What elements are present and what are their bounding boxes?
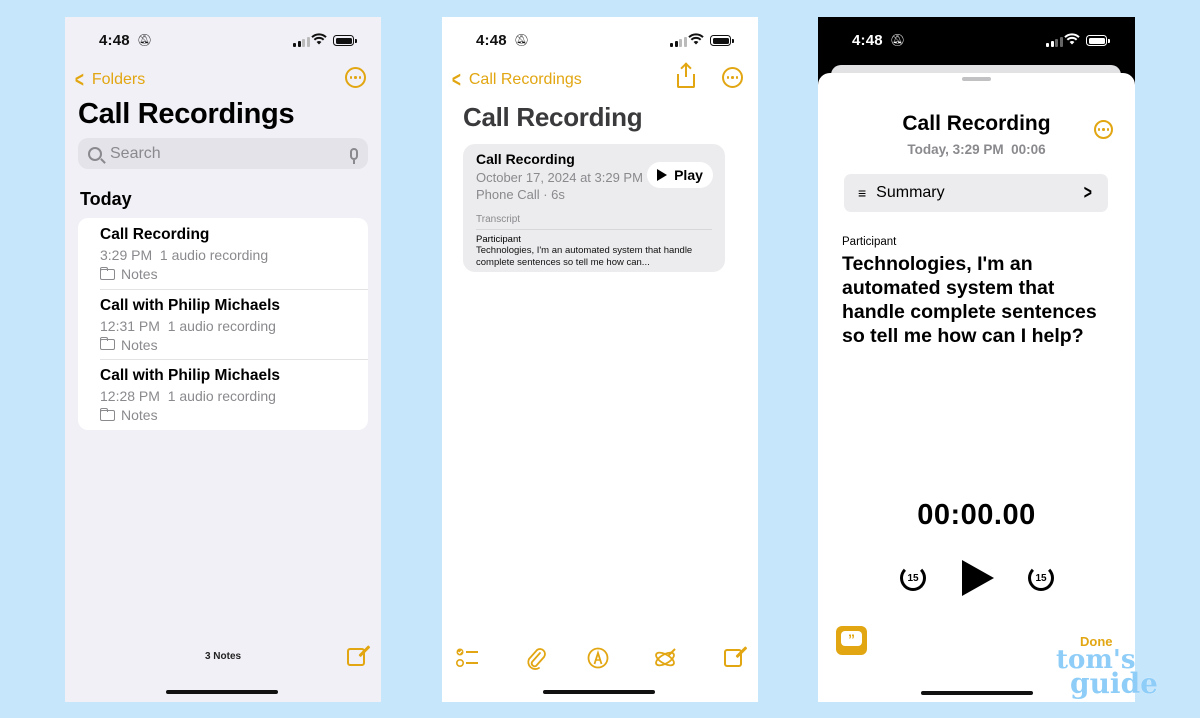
skip-forward-label: 15 bbox=[1035, 572, 1047, 584]
note-title: Call with Philip Michaels bbox=[100, 367, 281, 384]
note-folder: Notes bbox=[121, 266, 158, 282]
audio-recording-card[interactable]: Call Recording October 17, 2024 at 3:29 … bbox=[463, 144, 725, 272]
compose-icon[interactable] bbox=[724, 649, 742, 667]
paperclip-icon[interactable] bbox=[525, 647, 547, 671]
skip-forward-15-button[interactable]: 15 bbox=[1028, 565, 1054, 591]
status-bar: 4:48 🔕︎ bbox=[818, 17, 1135, 65]
skip-back-15-button[interactable]: 15 bbox=[900, 565, 926, 591]
bottom-toolbar bbox=[442, 647, 758, 671]
status-time: 4:48 bbox=[99, 32, 130, 49]
transcript-toggle-button[interactable]: ” bbox=[836, 626, 867, 655]
notes-count: 3 Notes bbox=[204, 651, 242, 662]
note-detail: 1 audio recording bbox=[159, 247, 269, 263]
writing-tools-icon[interactable] bbox=[653, 647, 677, 671]
back-button[interactable]: < Folders bbox=[73, 67, 145, 93]
status-time: 4:48 bbox=[852, 32, 883, 49]
wifi-icon bbox=[688, 33, 704, 45]
wifi-icon bbox=[311, 33, 327, 45]
search-placeholder: Search bbox=[110, 144, 161, 162]
folder-icon bbox=[99, 266, 115, 280]
section-header: Today bbox=[80, 189, 132, 209]
compose-icon[interactable] bbox=[347, 648, 365, 666]
watermark-line2: guide bbox=[1070, 667, 1158, 700]
bell-slash-icon: 🔕︎ bbox=[890, 33, 906, 47]
cellular-signal-icon bbox=[293, 37, 310, 47]
chevron-right-icon: > bbox=[1084, 181, 1093, 204]
home-indicator bbox=[166, 690, 278, 694]
folder-icon bbox=[99, 337, 115, 350]
page-title: Call Recordings bbox=[78, 98, 295, 130]
bell-slash-icon: 🔕︎ bbox=[514, 33, 530, 47]
home-indicator bbox=[543, 690, 655, 694]
note-detail-screen: 4:48 🔕︎ < Call Recordings Call Recording… bbox=[442, 17, 758, 702]
list-item[interactable]: Call Recording 3:29 PM 1 audio recording… bbox=[78, 218, 368, 289]
bell-slash-icon: 🔕︎ bbox=[137, 33, 153, 47]
list-item[interactable]: Call with Philip Michaels 12:28 PM 1 aud… bbox=[78, 359, 368, 430]
list-item[interactable]: Call with Philip Michaels 12:31 PM 1 aud… bbox=[78, 288, 368, 360]
note-title: Call Recording bbox=[463, 102, 643, 132]
more-options-button[interactable] bbox=[345, 67, 366, 88]
note-detail: 1 audio recording bbox=[167, 317, 276, 334]
play-button[interactable]: Play bbox=[647, 162, 713, 188]
battery-icon bbox=[333, 35, 357, 46]
card-type: Phone Call · 6s bbox=[476, 187, 565, 202]
battery-icon bbox=[710, 35, 734, 46]
note-time: 12:31 PM bbox=[100, 317, 160, 334]
toms-guide-watermark: tom's guide bbox=[1056, 647, 1158, 700]
cellular-signal-icon bbox=[670, 37, 687, 47]
back-label: Call Recordings bbox=[468, 71, 582, 88]
summary-label: Summary bbox=[876, 184, 945, 201]
chevron-left-icon: < bbox=[451, 67, 461, 92]
checklist-icon[interactable] bbox=[456, 647, 480, 669]
cellular-signal-icon bbox=[1046, 37, 1063, 47]
share-icon[interactable] bbox=[677, 64, 695, 88]
player-sheet: Call Recording Today, 3:29 PM 00:06 ≡ Su… bbox=[818, 73, 1135, 702]
play-icon bbox=[657, 169, 668, 181]
quote-bubble-icon: ” bbox=[841, 631, 862, 647]
summary-button[interactable]: ≡ Summary > bbox=[844, 174, 1108, 212]
wifi-icon bbox=[1064, 33, 1080, 45]
home-indicator bbox=[921, 691, 1033, 695]
status-bar: 4:48 🔕︎ bbox=[65, 17, 381, 65]
summary-list-icon: ≡ bbox=[858, 185, 867, 201]
participant-label: Participant bbox=[476, 234, 521, 245]
microphone-icon[interactable] bbox=[350, 147, 358, 164]
skip-back-label: 15 bbox=[907, 572, 919, 584]
note-folder: Notes bbox=[121, 407, 158, 423]
chevron-left-icon: < bbox=[74, 67, 84, 92]
recording-title: Call Recording bbox=[902, 112, 1051, 135]
back-button[interactable]: < Call Recordings bbox=[450, 67, 582, 93]
search-field[interactable]: Search bbox=[78, 138, 368, 169]
battery-icon bbox=[1086, 35, 1110, 46]
participant-label: Participant bbox=[842, 236, 897, 248]
recording-subtitle: Today, 3:29 PM 00:06 bbox=[907, 142, 1046, 157]
transcript-preview: Technologies, I'm an automated system th… bbox=[476, 245, 693, 268]
folder-icon bbox=[99, 407, 115, 421]
transcript-label: Transcript bbox=[476, 214, 712, 230]
note-time: 3:29 PM bbox=[100, 247, 153, 263]
sheet-grabber[interactable] bbox=[962, 77, 991, 81]
note-time: 12:28 PM bbox=[100, 388, 160, 404]
markup-pen-icon[interactable] bbox=[587, 647, 609, 669]
note-title: Call with Philip Michaels bbox=[100, 296, 281, 314]
more-options-button[interactable] bbox=[1094, 120, 1113, 139]
back-label: Folders bbox=[91, 71, 146, 88]
notes-list: Call Recording 3:29 PM 1 audio recording… bbox=[78, 218, 368, 430]
more-options-button[interactable] bbox=[722, 67, 743, 88]
transcript-text: Technologies, I'm an automated system th… bbox=[842, 253, 1097, 347]
status-bar: 4:48 🔕︎ bbox=[442, 17, 758, 65]
note-folder: Notes bbox=[121, 336, 158, 353]
playback-timer: 00:00.00 bbox=[917, 499, 1036, 531]
play-label: Play bbox=[674, 167, 703, 183]
recording-player-screen: 4:48 🔕︎ Call Recording Today, 3:29 PM 00… bbox=[818, 17, 1135, 702]
notes-list-screen: 4:48 🔕︎ < Folders Call Recordings Search… bbox=[65, 17, 381, 702]
search-icon bbox=[88, 146, 102, 161]
status-time: 4:48 bbox=[476, 32, 507, 49]
note-title: Call Recording bbox=[100, 226, 210, 243]
play-button[interactable] bbox=[962, 560, 994, 596]
note-detail: 1 audio recording bbox=[167, 388, 276, 404]
